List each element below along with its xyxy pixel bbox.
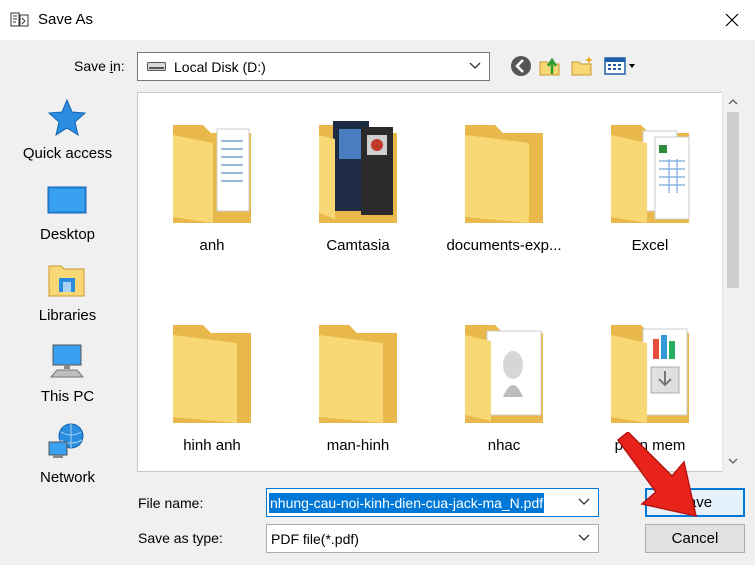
- new-folder-button[interactable]: [570, 54, 594, 78]
- list-item-hinh-anh[interactable]: hinh anh: [139, 293, 285, 471]
- desktop-icon: [47, 186, 87, 214]
- chevron-down-icon: [469, 62, 481, 69]
- vertical-scrollbar[interactable]: [722, 92, 742, 472]
- network-icon: [48, 423, 84, 458]
- window-title: Save As: [38, 11, 94, 28]
- star-icon: [47, 98, 87, 136]
- list-item-excel[interactable]: Excel: [577, 93, 723, 273]
- up-folder-button[interactable]: [538, 54, 562, 78]
- folder-icon: [465, 125, 543, 223]
- save-button[interactable]: Save: [645, 488, 745, 517]
- scroll-down-icon[interactable]: [728, 456, 738, 466]
- file-label: Camtasia: [326, 237, 390, 254]
- place-label: Network: [39, 469, 95, 486]
- file-name-value: nhung-cau-noi-kinh-dien-cua-jack-ma_N.pd…: [269, 492, 545, 513]
- close-button[interactable]: [714, 4, 750, 36]
- view-menu-button[interactable]: [603, 54, 637, 78]
- folder-with-documents-icon: [173, 125, 251, 223]
- save-as-app-icon: [10, 12, 29, 27]
- libraries-icon: [48, 265, 85, 297]
- new-folder-icon: [571, 56, 593, 76]
- save-as-type-dropdown[interactable]: PDF file(*.pdf): [266, 524, 599, 553]
- save-as-type-label: Save as type:: [138, 530, 223, 546]
- scrollbar-thumb[interactable]: [727, 112, 739, 288]
- save-in-label: Save in:: [74, 58, 125, 74]
- save-in-value: Local Disk (D:): [174, 58, 266, 75]
- place-network[interactable]: Network: [10, 416, 125, 490]
- folder-icon: [319, 325, 397, 423]
- chevron-down-icon[interactable]: [578, 498, 590, 506]
- back-button[interactable]: [509, 54, 533, 78]
- title-bar: Save As: [0, 0, 755, 40]
- places-bar: Quick access Desktop Libraries This PC N…: [10, 92, 125, 552]
- list-item-phan-mem[interactable]: phan mem: [577, 293, 723, 471]
- file-label: hinh anh: [183, 437, 241, 454]
- scroll-up-icon[interactable]: [728, 97, 738, 107]
- place-label: Quick access: [22, 145, 113, 162]
- list-item-anh[interactable]: anh: [139, 93, 285, 273]
- close-icon: [725, 13, 739, 27]
- place-libraries[interactable]: Libraries: [10, 254, 125, 328]
- file-label: nhac: [487, 437, 521, 454]
- folder-with-image-icon: [465, 325, 543, 423]
- computer-icon: [49, 344, 85, 378]
- save-as-type-value: PDF file(*.pdf): [271, 530, 359, 547]
- file-list[interactable]: anh Camtasia documents-exp... Excel hinh…: [137, 92, 742, 472]
- folder-with-images-icon: [319, 121, 397, 223]
- place-desktop[interactable]: Desktop: [10, 173, 125, 247]
- list-item-man-hinh[interactable]: man-hinh: [285, 293, 431, 471]
- list-item-nhac[interactable]: nhac: [431, 293, 577, 471]
- place-label: This PC: [40, 388, 95, 405]
- save-in-dropdown[interactable]: Local Disk (D:): [137, 52, 490, 81]
- view-menu-icon: [604, 57, 635, 75]
- file-name-label: File name:: [138, 495, 204, 511]
- back-icon: [511, 56, 531, 76]
- file-label: documents-exp...: [446, 237, 562, 254]
- drive-icon: [147, 62, 166, 71]
- file-label: Excel: [631, 237, 669, 254]
- place-label: Desktop: [39, 226, 96, 243]
- file-label: phan mem: [614, 437, 686, 454]
- up-folder-icon: [539, 57, 560, 76]
- list-item-documents-exp[interactable]: documents-exp...: [431, 93, 577, 273]
- place-this-pc[interactable]: This PC: [10, 335, 125, 409]
- folder-icon: [173, 325, 251, 423]
- place-quick-access[interactable]: Quick access: [10, 92, 125, 166]
- place-label: Libraries: [38, 307, 97, 324]
- file-name-input[interactable]: nhung-cau-noi-kinh-dien-cua-jack-ma_N.pd…: [266, 488, 599, 517]
- cancel-button[interactable]: Cancel: [645, 524, 745, 553]
- list-item-camtasia[interactable]: Camtasia: [285, 93, 431, 273]
- folder-with-installers-icon: [611, 325, 689, 423]
- chevron-down-icon: [578, 534, 590, 541]
- folder-with-spreadsheets-icon: [611, 125, 690, 223]
- file-label: anh: [199, 237, 225, 254]
- file-label: man-hinh: [326, 437, 390, 454]
